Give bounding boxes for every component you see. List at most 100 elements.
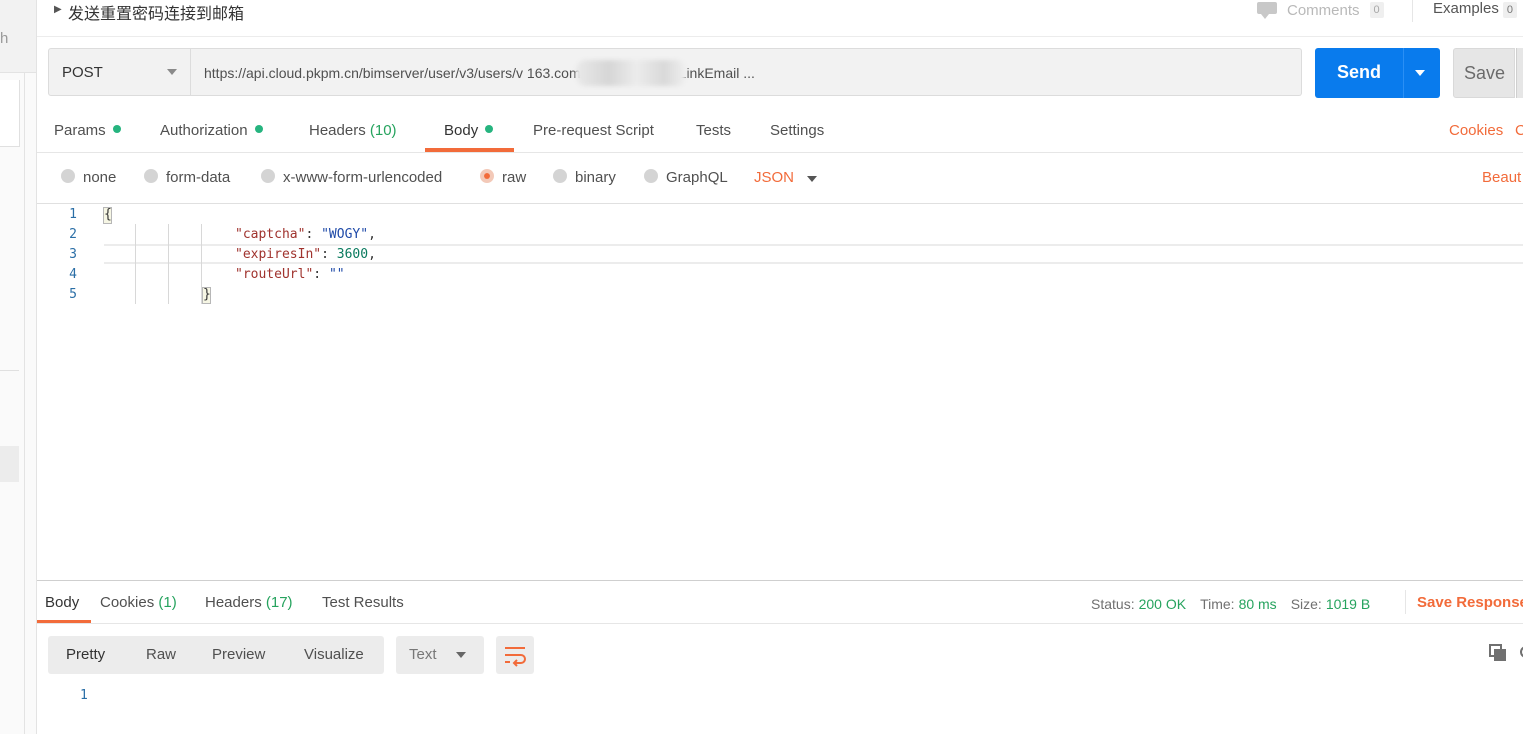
response-tab-cookies-count: (1) [158,594,177,611]
beautify-link[interactable]: Beaut [1482,169,1521,186]
view-preview-button[interactable]: Preview [212,646,265,663]
sidebar-divider [0,370,19,371]
indent-guide [168,224,169,304]
sidebar-collapsed: h [0,0,37,734]
redacted-region [576,60,686,86]
json-string-value: "WOGY" [321,227,369,242]
response-tab-cookies[interactable]: Cookies (1) [100,594,177,611]
response-format-select[interactable]: Text [396,636,484,674]
radio-form-data[interactable]: form-data [144,169,230,186]
code-line: "captcha": "WOGY", [235,227,376,242]
method-value: POST [62,64,103,81]
save-dropdown-button[interactable] [1516,48,1523,98]
view-visualize-button[interactable]: Visualize [304,646,364,663]
save-response-button[interactable]: Save Response [1417,594,1523,611]
view-raw-button[interactable]: Raw [146,646,176,663]
tab-headers-count: (10) [369,122,397,139]
json-comma: , [368,247,376,262]
comments-label: Comments [1287,1,1360,19]
radio-binary[interactable]: binary [553,169,616,186]
cookies-link[interactable]: Cookies [1449,122,1503,139]
header-separator [1412,0,1413,22]
json-key: "routeUrl" [235,267,314,282]
radio-urlencoded[interactable]: x-www-form-urlencoded [261,169,442,186]
wrap-lines-button[interactable] [496,636,534,674]
response-tab-body[interactable]: Body [45,594,79,611]
response-tab-headers-label: Headers [205,594,262,611]
active-dot [254,125,263,133]
radio-raw[interactable]: raw [480,169,526,186]
language-select[interactable]: JSON [754,169,794,186]
radio-circle-selected [480,169,494,183]
size-label: Size: [1290,596,1322,612]
active-dot [112,125,121,133]
code-open-brace: { [104,207,112,222]
tab-params[interactable]: Params [54,122,121,139]
response-tab-headers[interactable]: Headers (17) [205,594,293,611]
line-number: 4 [69,267,77,282]
tab-headers[interactable]: Headers (10) [309,122,397,139]
radio-none-label: none [83,169,117,186]
json-number-value: 3600 [336,247,369,262]
active-tab-indicator [425,148,514,152]
radio-raw-label: raw [502,169,527,186]
tab-body-label: Body [444,122,479,139]
wrap-lines-icon [505,647,526,667]
radio-circle [644,169,658,183]
tab-authorization-label: Authorization [160,122,248,139]
radio-graphql-label: GraphQL [666,169,728,186]
request-name[interactable]: 发送重置密码连接到邮箱 [68,0,244,24]
examples-label: Examples [1433,0,1499,17]
chevron-down-icon[interactable] [1415,70,1425,76]
json-key: "captcha" [235,227,306,242]
radio-none[interactable]: none [61,169,116,186]
radio-circle [261,169,275,183]
line-number: 3 [69,247,77,262]
send-label: Send [1337,62,1382,82]
method-select[interactable]: POST [48,48,191,96]
search-icon[interactable] [1518,644,1523,662]
json-comma: , [368,227,376,242]
examples-button[interactable]: Examples 0 [1433,0,1517,18]
tab-authorization[interactable]: Authorization [160,122,263,139]
response-stats: Status: 200 OK Time: 80 ms Size: 1019 B [1091,596,1384,612]
radio-graphql[interactable]: GraphQL [644,169,728,186]
time-value[interactable]: 80 ms [1239,596,1277,612]
sidebar-edge [24,72,25,734]
radio-circle [553,169,567,183]
response-tab-headers-count: (17) [265,594,293,611]
comments-button[interactable]: Comments 0 [1257,0,1384,20]
response-tab-test-results[interactable]: Test Results [322,594,404,611]
send-button[interactable]: Send [1315,48,1440,98]
tab-prerequest-script[interactable]: Pre-request Script [533,122,654,139]
stats-separator [1405,590,1406,614]
radio-circle [61,169,75,183]
save-button[interactable]: Save [1453,48,1515,98]
tab-body[interactable]: Body [444,122,494,139]
tab-params-label: Params [54,122,106,139]
examples-count: 0 [1502,2,1517,18]
comments-count: 0 [1369,2,1384,18]
radio-binary-label: binary [575,169,616,186]
request-body-editor[interactable]: 1 2 3 4 5 { "captcha": "WOGY", "expiresI… [37,204,1523,580]
status-value[interactable]: 200 OK [1139,596,1186,612]
size-value[interactable]: 1019 B [1326,596,1370,612]
caret-right-icon[interactable]: ▶ [54,4,62,15]
pane-resize-handle[interactable] [37,580,1523,581]
tab-tests[interactable]: Tests [696,122,731,139]
response-tab-cookies-label: Cookies [100,594,155,611]
code-close-brace: } [203,287,211,302]
response-line-number: 1 [80,688,88,703]
line-number: 1 [69,207,77,222]
view-pretty-button[interactable]: Pretty [66,646,105,663]
url-input[interactable]: https://api.cloud.pkpm.cn/bimserver/user… [191,48,1302,96]
chevron-down-icon[interactable] [807,176,817,182]
tab-settings[interactable]: Settings [770,122,824,139]
code-link[interactable]: C [1515,122,1523,139]
radio-circle [144,169,158,183]
time-label: Time: [1200,596,1235,612]
copy-icon[interactable] [1489,644,1507,662]
save-label: Save [1464,63,1506,83]
sidebar-selected-item[interactable] [0,446,19,482]
chevron-down-icon [167,69,177,75]
